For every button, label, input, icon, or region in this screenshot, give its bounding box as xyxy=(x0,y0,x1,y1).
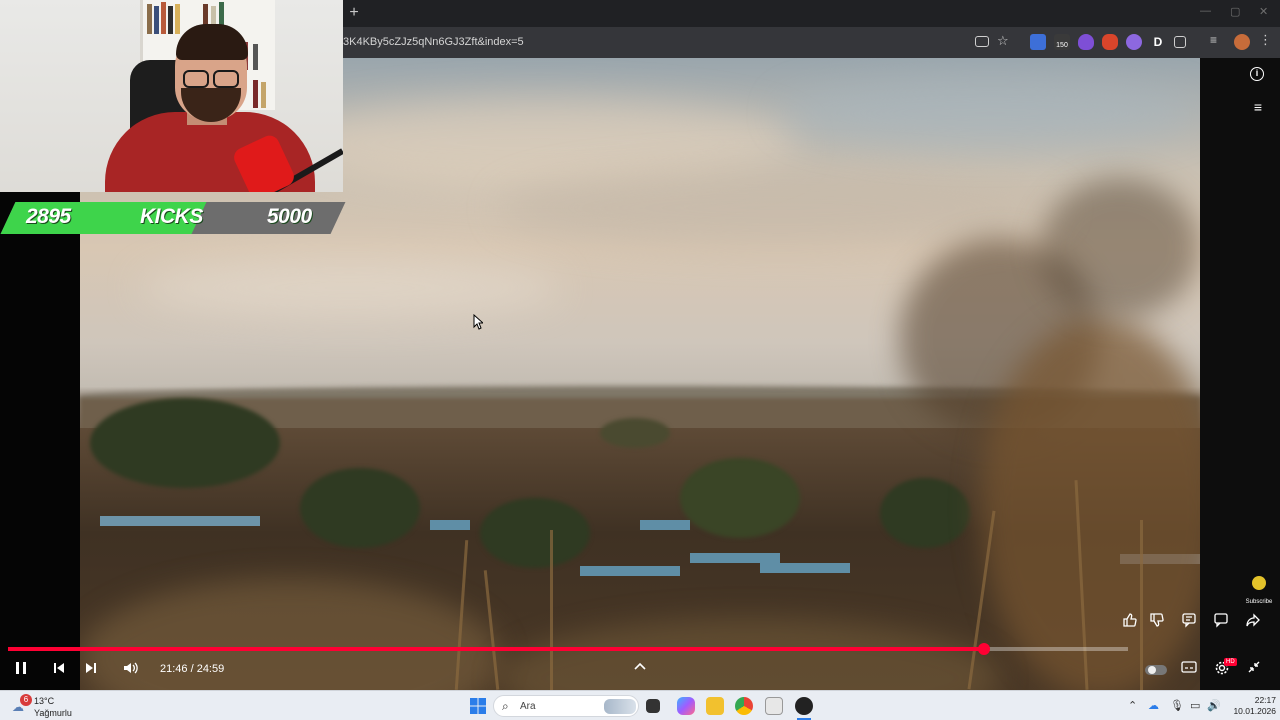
translate-icon[interactable] xyxy=(1030,34,1046,50)
address-bar[interactable]: 3K4KBy5cZJz5qNn6GJ3Zft&index=5 xyxy=(343,36,524,48)
glasses-right xyxy=(213,70,239,88)
search-icon: ⌕ xyxy=(502,699,509,713)
copilot-icon[interactable] xyxy=(677,697,695,715)
screen: + — ▢ ✕ 3K4KBy5cZJz5qNn6GJ3Zft&index=5 ☆… xyxy=(0,0,1280,720)
microphone-tray-icon[interactable]: 🎙 xyxy=(1170,699,1184,712)
menu-kebab-icon[interactable]: ⋮ xyxy=(1259,32,1275,48)
clock-time: 22:17 xyxy=(1254,695,1276,705)
exit-fullscreen-icon xyxy=(1248,661,1260,673)
previous-icon xyxy=(54,663,64,673)
new-tab-button[interactable]: + xyxy=(346,5,362,21)
task-view-icon[interactable] xyxy=(646,699,660,713)
autoplay-toggle-track xyxy=(1145,665,1167,675)
next-icon xyxy=(86,663,96,673)
dislike-icon[interactable] xyxy=(1146,612,1168,632)
pause-button[interactable] xyxy=(12,660,30,682)
subscribe-label: Subscribe xyxy=(1245,599,1273,605)
subscribe-button[interactable]: Subscribe xyxy=(1244,576,1274,608)
expand-up-button[interactable] xyxy=(631,660,649,680)
volume-icon xyxy=(124,662,138,674)
video-progress-fill xyxy=(8,647,984,651)
glasses-left xyxy=(183,70,209,88)
tray-overflow-icon[interactable]: ⌃ xyxy=(1128,699,1137,712)
pause-icon xyxy=(16,662,26,674)
speaker-tray-icon[interactable]: 🔊 xyxy=(1207,699,1221,712)
player-controls: 21:46 / 24:59 HD xyxy=(0,656,1280,686)
kicks-goal-bar: 2895 KICKS 5000 xyxy=(0,202,346,234)
weather-condition: Yağmurlu xyxy=(34,708,72,718)
video-scrubber-handle[interactable] xyxy=(977,643,990,655)
extension-150-icon[interactable]: 150 xyxy=(1054,34,1070,50)
weather-badge: 6 xyxy=(20,694,32,706)
subtitles-icon xyxy=(1181,661,1197,673)
install-icon[interactable] xyxy=(975,36,989,47)
hd-badge: HD xyxy=(1224,658,1237,666)
comment-icon[interactable] xyxy=(1178,612,1200,632)
minimize-button[interactable]: — xyxy=(1200,5,1211,17)
chat-icon[interactable] xyxy=(1210,612,1232,632)
puzzle-icon[interactable] xyxy=(1174,36,1186,48)
taskbar-clock[interactable]: 22:17 10.01.2026 xyxy=(1226,695,1276,717)
taskbar-search[interactable]: ⌕ Ara xyxy=(493,695,639,717)
volume-button[interactable] xyxy=(121,660,141,682)
clock-date: 10.01.2026 xyxy=(1233,706,1276,716)
onedrive-icon[interactable]: ☁ xyxy=(1148,699,1159,712)
weather-temp: 13°C xyxy=(34,696,55,706)
chrome-icon[interactable] xyxy=(735,697,753,715)
profile-avatar[interactable] xyxy=(1234,34,1250,50)
close-button[interactable]: ✕ xyxy=(1259,5,1268,18)
maximize-button[interactable]: ▢ xyxy=(1230,5,1240,18)
like-icon[interactable] xyxy=(1119,612,1141,632)
fox-extension-icon[interactable] xyxy=(1102,34,1118,50)
shield-extension-icon[interactable] xyxy=(1078,34,1094,50)
info-icon[interactable]: i xyxy=(1250,67,1264,81)
autoplay-toggle[interactable] xyxy=(1145,660,1169,675)
d-extension-icon[interactable]: D xyxy=(1150,34,1166,50)
chevron-up-icon xyxy=(634,662,646,670)
extension-badge: 150 xyxy=(1056,42,1068,49)
start-button[interactable] xyxy=(469,697,487,715)
windows-taskbar: ☁ 6 13°C Yağmurlu ⌕ Ara ⌃ ☁ 🎙 ▭ 🔊 22:17 … xyxy=(0,690,1280,720)
video-progress-bar[interactable] xyxy=(8,643,1128,655)
obs-icon[interactable] xyxy=(795,697,813,715)
share-icon[interactable] xyxy=(1242,612,1264,632)
file-explorer-icon[interactable] xyxy=(706,697,724,715)
player-left-pad xyxy=(0,192,80,690)
previous-button[interactable] xyxy=(50,660,68,682)
next-button[interactable] xyxy=(82,660,100,682)
mouse-cursor-icon xyxy=(473,314,483,330)
exit-fullscreen-button[interactable] xyxy=(1244,660,1264,680)
webcam-overlay xyxy=(0,0,343,192)
search-placeholder: Ara xyxy=(520,701,536,712)
settings-button[interactable]: HD xyxy=(1211,658,1237,682)
kicks-goal: 5000 xyxy=(267,205,312,228)
time-display: 21:46 / 24:59 xyxy=(160,663,225,675)
media-icon[interactable]: ≡ xyxy=(1210,33,1226,49)
queue-icon[interactable]: ≡ xyxy=(1248,98,1268,116)
kicks-label: KICKS xyxy=(140,205,203,228)
ai-extension-icon[interactable] xyxy=(1126,34,1142,50)
subtitles-button[interactable] xyxy=(1179,660,1199,680)
subscribe-icon xyxy=(1252,576,1266,590)
display-tray-icon[interactable]: ▭ xyxy=(1190,699,1200,712)
search-highlight-image xyxy=(604,699,636,714)
snipping-tool-icon[interactable] xyxy=(765,697,783,715)
windows-logo-icon xyxy=(470,698,486,714)
bookmark-star-icon[interactable]: ☆ xyxy=(997,33,1013,49)
kicks-current: 2895 xyxy=(26,205,71,228)
